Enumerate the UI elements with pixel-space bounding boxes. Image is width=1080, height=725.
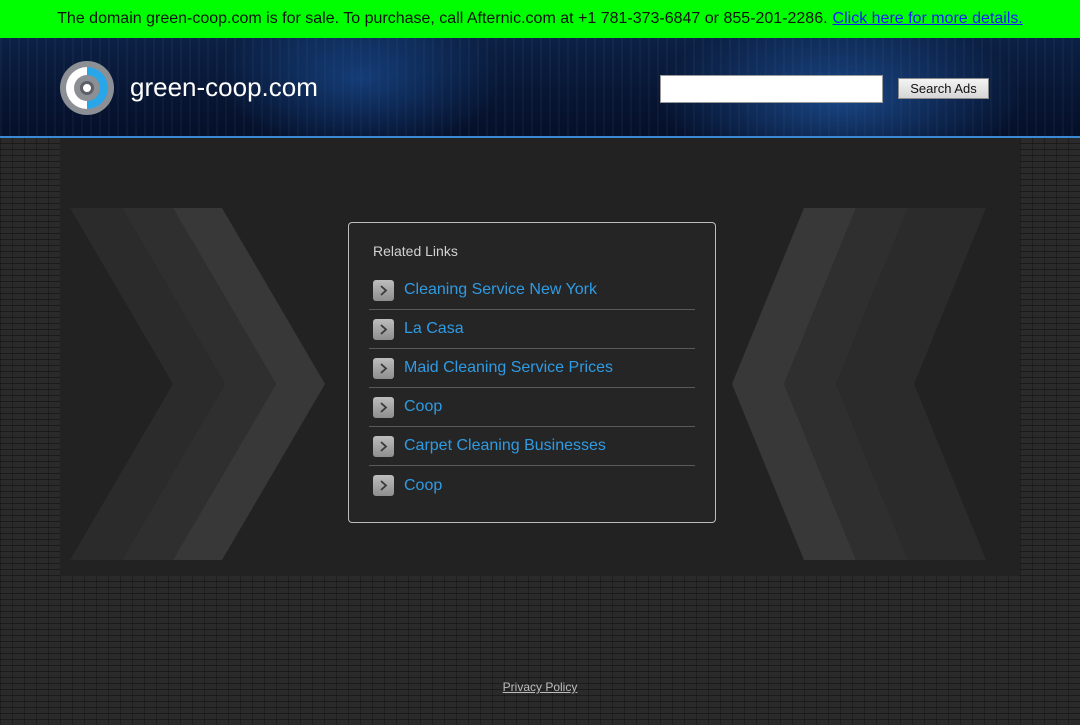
chevron-right-icon xyxy=(373,396,394,418)
related-links-title: Related Links xyxy=(373,243,458,259)
related-links-panel: Related Links Cleaning Service New York … xyxy=(348,222,716,523)
chevron-right-icon xyxy=(373,435,394,457)
search-input[interactable] xyxy=(660,75,883,103)
site-header: green-coop.com Search Ads xyxy=(0,38,1080,138)
chevron-right-icon xyxy=(373,279,394,301)
sale-banner: The domain green-coop.com is for sale. T… xyxy=(0,0,1080,38)
list-item[interactable]: Coop xyxy=(369,466,695,505)
footer: Privacy Policy xyxy=(0,680,1080,694)
list-item[interactable]: Maid Cleaning Service Prices xyxy=(369,349,695,388)
related-link[interactable]: Carpet Cleaning Businesses xyxy=(404,437,606,455)
site-title: green-coop.com xyxy=(130,72,318,102)
chevron-right-icon xyxy=(373,475,394,496)
related-link[interactable]: Maid Cleaning Service Prices xyxy=(404,359,613,377)
main-content: Related Links Cleaning Service New York … xyxy=(60,138,1020,576)
chevron-right-icon xyxy=(373,318,394,340)
related-link[interactable]: Coop xyxy=(404,398,442,416)
target-logo-icon xyxy=(60,61,114,115)
related-link[interactable]: La Casa xyxy=(404,320,464,338)
chevron-right-icon xyxy=(373,357,394,379)
related-link[interactable]: Cleaning Service New York xyxy=(404,281,597,299)
related-link[interactable]: Coop xyxy=(404,477,442,495)
list-item[interactable]: Cleaning Service New York xyxy=(369,271,695,310)
list-item[interactable]: Carpet Cleaning Businesses xyxy=(369,427,695,466)
more-details-link[interactable]: Click here for more details. xyxy=(833,10,1023,28)
list-item[interactable]: Coop xyxy=(369,388,695,427)
search-ads-button[interactable]: Search Ads xyxy=(898,78,989,99)
privacy-policy-link[interactable]: Privacy Policy xyxy=(503,680,578,694)
sale-banner-text: The domain green-coop.com is for sale. T… xyxy=(57,10,828,27)
list-item[interactable]: La Casa xyxy=(369,310,695,349)
